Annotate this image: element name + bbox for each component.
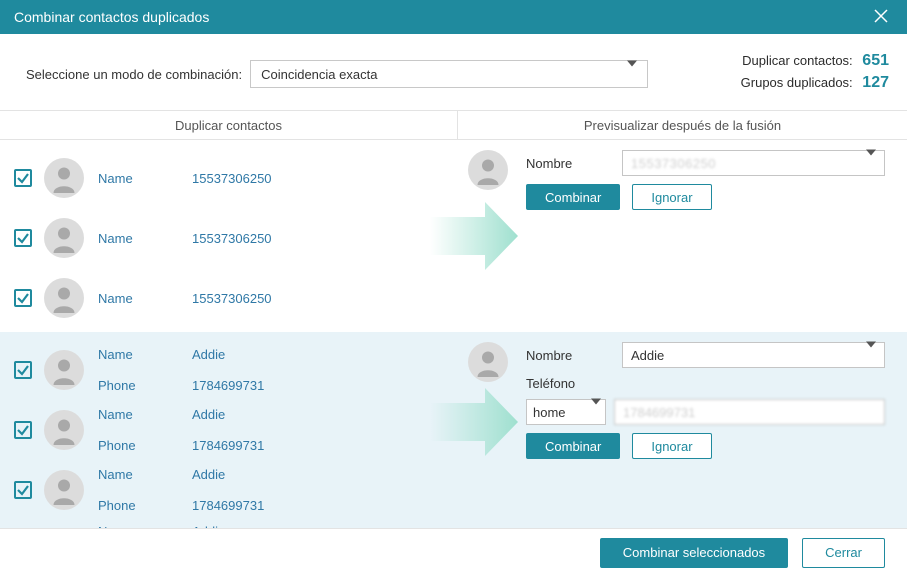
- avatar-icon: [44, 410, 84, 450]
- duplicate-contacts-count: 651: [862, 52, 889, 69]
- preview-label: Nombre: [526, 156, 622, 171]
- contact-row: NameAddie: [14, 520, 458, 528]
- field-value: 1784699731: [192, 378, 264, 393]
- contact-row: Name15537306250: [14, 208, 458, 268]
- checkbox[interactable]: [14, 481, 32, 499]
- field-value: 1784699731: [192, 498, 264, 513]
- ignore-button[interactable]: Ignorar: [632, 433, 711, 459]
- phone-type-select[interactable]: home: [526, 399, 606, 425]
- duplicates-list: NameAddie Phone1784699731 NameAddie Phon…: [0, 332, 458, 528]
- checkbox[interactable]: [14, 169, 32, 187]
- field-value: 1784699731: [192, 438, 264, 453]
- checkbox[interactable]: [14, 361, 32, 379]
- avatar-icon: [44, 158, 84, 198]
- chevron-down-icon: [627, 67, 637, 82]
- preview-label: Teléfono: [526, 376, 622, 391]
- group: Name15537306250 Name15537306250 Name1553…: [0, 140, 907, 332]
- merge-button[interactable]: Combinar: [526, 433, 620, 459]
- avatar-icon: [44, 218, 84, 258]
- column-header-right: Previsualizar después de la fusión: [458, 111, 907, 139]
- name-select[interactable]: 15537306250: [622, 150, 885, 176]
- column-header-left: Duplicar contactos: [0, 111, 458, 139]
- field-label: Phone: [98, 498, 192, 513]
- field-label: Name: [98, 347, 192, 362]
- masked-value: 15537306250: [631, 156, 716, 171]
- close-icon[interactable]: [867, 4, 895, 30]
- avatar-icon: [44, 350, 84, 390]
- field-label: Name: [98, 231, 192, 246]
- topbar: Seleccione un modo de combinación: Coinc…: [0, 34, 907, 110]
- duplicates-list: Name15537306250 Name15537306250 Name1553…: [0, 140, 458, 332]
- field-label: Phone: [98, 378, 192, 393]
- contact-row: Name15537306250: [14, 268, 458, 328]
- titlebar: Combinar contactos duplicados: [0, 0, 907, 34]
- preview-pane: Nombre Addie Teléfono home: [458, 332, 907, 528]
- avatar-icon: [468, 342, 508, 382]
- mode-selected: Coincidencia exacta: [261, 67, 377, 82]
- select-value: home: [533, 405, 566, 420]
- field-value: Addie: [192, 407, 225, 422]
- contact-row: NameAddie Phone1784699731: [14, 400, 458, 460]
- field-label: Name: [98, 291, 192, 306]
- field-value: Addie: [192, 524, 225, 529]
- field-label: Name: [98, 407, 192, 422]
- field-value: 15537306250: [192, 171, 272, 186]
- select-value: Addie: [631, 348, 664, 363]
- checkbox[interactable]: [14, 289, 32, 307]
- duplicate-groups-count: 127: [862, 74, 889, 91]
- duplicate-groups-label: Grupos duplicados:: [741, 75, 853, 90]
- chevron-down-icon: [866, 156, 876, 171]
- checkbox[interactable]: [14, 421, 32, 439]
- phone-input[interactable]: 1784699731: [614, 399, 885, 425]
- preview-label: Nombre: [526, 348, 622, 363]
- stats: Duplicar contactos: 651 Grupos duplicado…: [741, 52, 889, 96]
- content-area: Name15537306250 Name15537306250 Name1553…: [0, 140, 907, 528]
- avatar-icon: [44, 470, 84, 510]
- footer: Combinar seleccionados Cerrar: [0, 528, 907, 576]
- mode-label: Seleccione un modo de combinación:: [26, 67, 242, 82]
- field-value: Addie: [192, 347, 225, 362]
- contact-row: NameAddie Phone1784699731: [14, 340, 458, 400]
- close-button[interactable]: Cerrar: [802, 538, 885, 568]
- field-label: Name: [98, 171, 192, 186]
- preview-pane: Nombre 15537306250 Combinar Ignorar: [458, 140, 907, 332]
- contact-row: NameAddie Phone1784699731: [14, 460, 458, 520]
- ignore-button[interactable]: Ignorar: [632, 184, 711, 210]
- masked-value: 1784699731: [623, 405, 695, 420]
- mode-select[interactable]: Coincidencia exacta: [250, 60, 648, 88]
- field-value: 15537306250: [192, 231, 272, 246]
- field-label: Phone: [98, 438, 192, 453]
- window-title: Combinar contactos duplicados: [14, 9, 209, 25]
- chevron-down-icon: [866, 348, 876, 363]
- avatar-icon: [468, 150, 508, 190]
- merge-selected-button[interactable]: Combinar seleccionados: [600, 538, 788, 568]
- columns-header: Duplicar contactos Previsualizar después…: [0, 110, 907, 140]
- checkbox[interactable]: [14, 229, 32, 247]
- chevron-down-icon: [591, 405, 601, 420]
- field-value: Addie: [192, 467, 225, 482]
- field-value: 15537306250: [192, 291, 272, 306]
- duplicate-contacts-label: Duplicar contactos:: [742, 53, 853, 68]
- field-label: Name: [98, 467, 192, 482]
- field-label: Name: [98, 524, 192, 529]
- group: NameAddie Phone1784699731 NameAddie Phon…: [0, 332, 907, 528]
- avatar-icon: [44, 278, 84, 318]
- merge-button[interactable]: Combinar: [526, 184, 620, 210]
- name-select[interactable]: Addie: [622, 342, 885, 368]
- contact-row: Name15537306250: [14, 148, 458, 208]
